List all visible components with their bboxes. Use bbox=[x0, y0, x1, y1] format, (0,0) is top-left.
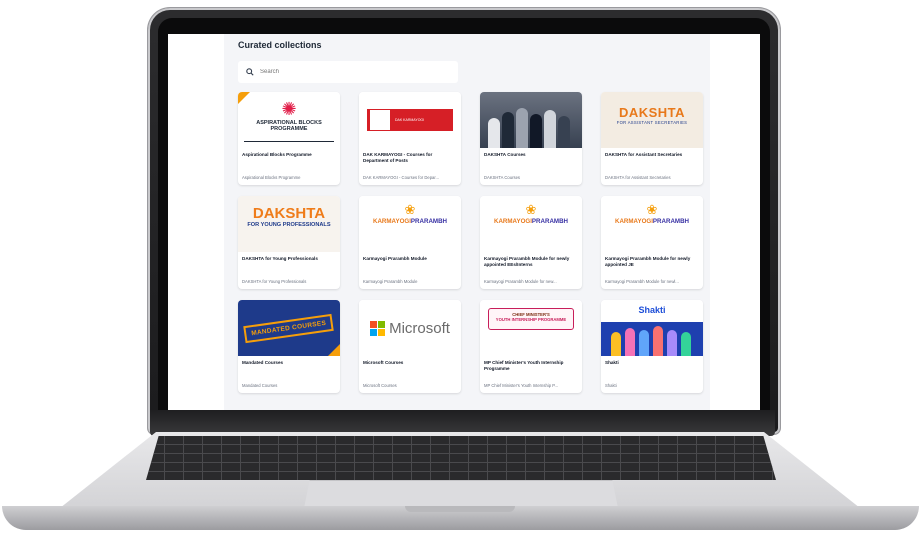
lotus-logo-icon: ❀ bbox=[646, 202, 658, 217]
card-subtitle: Shakti bbox=[605, 383, 617, 388]
card-subtitle: Microsoft Courses bbox=[363, 383, 397, 388]
group-photo bbox=[480, 92, 582, 148]
thumbnail-text-part: PRARAMBH bbox=[531, 218, 569, 225]
card-title: Karmayogi Prarambh Module for newly appo… bbox=[605, 256, 691, 267]
card-title: DAK KARMAYOGI - Courses for Department o… bbox=[363, 152, 433, 163]
corner-ribbon bbox=[238, 92, 250, 104]
thumbnail-subtext: FOR ASSISTANT SECRETARIES bbox=[616, 120, 688, 125]
card-thumbnail: MANDATED COURSES bbox=[238, 300, 340, 356]
card-thumbnail: DAK KARMAYOGI bbox=[359, 92, 461, 148]
card-subtitle: Aspirational Blocks Programme bbox=[242, 175, 301, 180]
card-thumbnail: DAKSHTA FOR YOUNG PROFESSIONALS bbox=[238, 196, 340, 252]
thumbnail-text: KARMAYOGIPRARAMBH bbox=[480, 218, 582, 226]
collection-card[interactable]: ❀ KARMAYOGIPRARAMBH Karmayogi Prarambh M… bbox=[601, 196, 703, 289]
thumbnail-text: KARMAYOGIPRARAMBH bbox=[359, 218, 461, 226]
card-thumbnail: CHIEF MINISTER'S YOUTH INTERNSHIP PROGRA… bbox=[480, 300, 582, 356]
card-title: Karmayogi Prarambh Module bbox=[363, 256, 427, 261]
thumbnail-text: DAK KARMAYOGI bbox=[395, 118, 425, 122]
lid-notch bbox=[405, 506, 515, 512]
card-thumbnail: DAKSHTA FOR ASSISTANT SECRETARIES bbox=[601, 92, 703, 148]
lotus-logo-icon: ❀ bbox=[525, 202, 537, 217]
card-subtitle: DAK KARMAYOGI - Courses for Depar... bbox=[363, 175, 440, 180]
thumbnail-subtext: FOR YOUNG PROFESSIONALS bbox=[247, 222, 331, 228]
card-thumbnail: ❀ KARMAYOGIPRARAMBH bbox=[359, 196, 461, 252]
thumbnail-text: KARMAYOGIPRARAMBH bbox=[601, 218, 703, 226]
thumbnail-text-part: KARMAYOGI bbox=[372, 218, 411, 225]
collection-card[interactable]: DAKSHTA FOR ASSISTANT SECRETARIES DAKSHT… bbox=[601, 92, 703, 185]
thumbnail-text-part: KARMAYOGI bbox=[493, 218, 532, 225]
page-title: Curated collections bbox=[238, 40, 322, 50]
collection-card[interactable]: Microsoft Microsoft Courses Microsoft Co… bbox=[359, 300, 461, 393]
card-title: Mandated Courses bbox=[242, 360, 284, 365]
search-input[interactable] bbox=[258, 68, 442, 76]
collection-card[interactable]: ❀ KARMAYOGIPRARAMBH Karmayogi Prarambh M… bbox=[359, 196, 461, 289]
card-title: MP Chief Minister's Youth Internship Pro… bbox=[484, 360, 564, 371]
india-post-logo-icon bbox=[369, 109, 391, 131]
thumbnail-text-part: PRARAMBH bbox=[652, 218, 690, 225]
card-subtitle: MP Chief Minister's Youth Internship P..… bbox=[484, 383, 558, 388]
collection-card[interactable]: DAKSHTA FOR YOUNG PROFESSIONALS DAKSHTA … bbox=[238, 196, 340, 289]
thumbnail-text-part: KARMAYOGI bbox=[614, 218, 653, 225]
thumbnail-text: Microsoft bbox=[389, 319, 450, 337]
corner-ribbon bbox=[328, 344, 340, 356]
thumbnail-text: MANDATED COURSES bbox=[243, 313, 335, 343]
card-subtitle: Karmayogi Prarambh Module bbox=[363, 279, 418, 284]
divider bbox=[244, 141, 334, 142]
thumbnail-text: Shakti bbox=[638, 305, 666, 315]
collections-grid: ✺ ASPIRATIONAL BLOCKS PROGRAMME Aspirati… bbox=[238, 92, 703, 393]
thumbnail-text: DAKSHTA bbox=[252, 205, 326, 222]
lotus-logo-icon: ❀ bbox=[404, 202, 416, 217]
collection-card[interactable]: Shakti Shakti Shakti bbox=[601, 300, 703, 393]
collection-card[interactable]: DAK KARMAYOGI DAK KARMAYOGI - Courses fo… bbox=[359, 92, 461, 185]
microsoft-logo-icon bbox=[370, 320, 386, 336]
card-title: Shakti bbox=[605, 360, 619, 365]
collection-card[interactable]: MANDATED COURSES Mandated Courses Mandat… bbox=[238, 300, 340, 393]
thumbnail-text-part: PRARAMBH bbox=[410, 218, 448, 225]
card-thumbnail: ❀ KARMAYOGIPRARAMBH bbox=[480, 196, 582, 252]
card-subtitle: Mandated Courses bbox=[242, 383, 278, 388]
people-banner bbox=[601, 322, 703, 356]
card-subtitle: Karmayogi Prarambh Module for new... bbox=[484, 279, 557, 284]
card-subtitle: DAKSHTA for Young Professionals bbox=[242, 279, 307, 284]
program-banner: CHIEF MINISTER'S YOUTH INTERNSHIP PROGRA… bbox=[488, 308, 574, 330]
card-thumbnail: ❀ KARMAYOGIPRARAMBH bbox=[601, 196, 703, 252]
thumbnail-text: DAKSHTA bbox=[618, 105, 686, 120]
collection-card[interactable]: ❀ KARMAYOGIPRARAMBH Karmayogi Prarambh M… bbox=[480, 196, 582, 289]
search-box[interactable] bbox=[238, 61, 458, 83]
collections-page: Curated collections ✺ ASPIRATIONAL BLOCK… bbox=[224, 34, 710, 410]
card-title: DAKSHTA Courses bbox=[484, 152, 526, 157]
thumbnail-subtext: YOUTH INTERNSHIP PROGRAMME bbox=[495, 317, 567, 322]
card-subtitle: Karmayogi Prarambh Module for newl... bbox=[605, 279, 679, 284]
flower-logo-icon: ✺ bbox=[281, 99, 297, 119]
thumbnail-text: ASPIRATIONAL BLOCKS PROGRAMME bbox=[256, 120, 322, 132]
card-title: Aspirational Blocks Programme bbox=[242, 152, 312, 157]
search-icon bbox=[246, 68, 254, 76]
card-title: DAKSHTA for Assistant Secretaries bbox=[605, 152, 683, 157]
keyboard bbox=[146, 436, 776, 480]
collection-card[interactable]: DAKSHTA Courses DAKSHTA Courses bbox=[480, 92, 582, 185]
card-thumbnail: ✺ ASPIRATIONAL BLOCKS PROGRAMME bbox=[238, 92, 340, 148]
dak-banner: DAK KARMAYOGI bbox=[367, 109, 453, 131]
card-thumbnail: Shakti bbox=[601, 300, 703, 356]
card-subtitle: DAKSHTA Courses bbox=[484, 175, 520, 180]
laptop-screen: Curated collections ✺ ASPIRATIONAL BLOCK… bbox=[168, 34, 760, 410]
card-title: Microsoft Courses bbox=[363, 360, 404, 365]
card-title: DAKSHTA for Young Professionals bbox=[242, 256, 318, 261]
collection-card[interactable]: ✺ ASPIRATIONAL BLOCKS PROGRAMME Aspirati… bbox=[238, 92, 340, 185]
card-thumbnail: Microsoft bbox=[359, 300, 461, 356]
collection-card[interactable]: CHIEF MINISTER'S YOUTH INTERNSHIP PROGRA… bbox=[480, 300, 582, 393]
card-subtitle: DAKSHTA for Assistant Secretaries bbox=[605, 175, 671, 180]
card-title: Karmayogi Prarambh Module for newly appo… bbox=[484, 256, 570, 267]
